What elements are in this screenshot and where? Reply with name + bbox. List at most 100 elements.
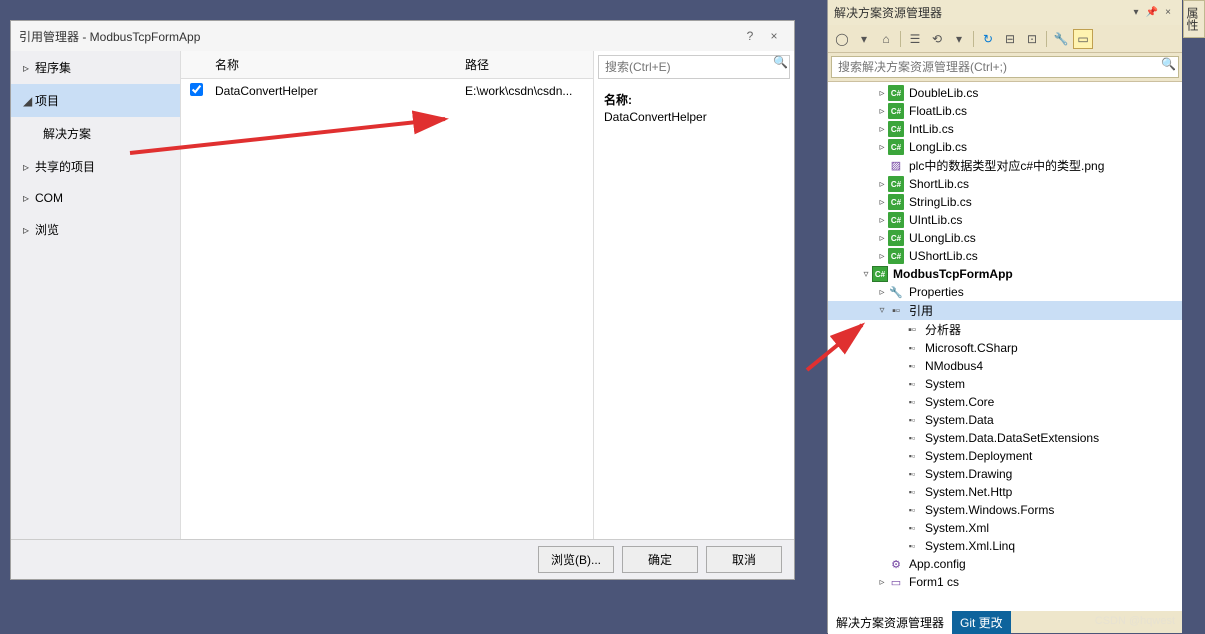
- tree-caret-icon[interactable]: ▹: [876, 88, 888, 99]
- fwd-icon[interactable]: ▾: [854, 29, 874, 49]
- tree-caret-icon[interactable]: ▹: [876, 106, 888, 117]
- tree-node[interactable]: ▪▫System.Xml.Linq: [828, 537, 1182, 555]
- nav-assemblies[interactable]: ▹程序集: [11, 51, 180, 84]
- nav-solution[interactable]: 解决方案: [11, 117, 180, 150]
- tree-node[interactable]: ▹C#FloatLib.cs: [828, 102, 1182, 120]
- properties-tab[interactable]: 属性: [1183, 0, 1205, 38]
- search-icon[interactable]: 🔍: [773, 55, 788, 69]
- tab-solution-explorer[interactable]: 解决方案资源管理器: [828, 611, 952, 634]
- tree-label: DoubleLib.cs: [907, 86, 978, 100]
- tree-label: Microsoft.CSharp: [923, 341, 1018, 355]
- tree-caret-icon[interactable]: ▹: [876, 124, 888, 135]
- tree-node[interactable]: ▹C#LongLib.cs: [828, 138, 1182, 156]
- tree-node[interactable]: ▪▫System: [828, 375, 1182, 393]
- tree-node[interactable]: ▹C#ShortLib.cs: [828, 175, 1182, 193]
- tree-node[interactable]: ▹C#DoubleLib.cs: [828, 84, 1182, 102]
- tree-node[interactable]: ▹C#UIntLib.cs: [828, 211, 1182, 229]
- tree-label: NModbus4: [923, 359, 983, 373]
- tree-label: System.Deployment: [923, 449, 1032, 463]
- nav-shared[interactable]: ▹共享的项目: [11, 150, 180, 183]
- col-name[interactable]: 名称: [211, 56, 461, 73]
- tree-node[interactable]: ▪▫System.Deployment: [828, 447, 1182, 465]
- tab-git-changes[interactable]: Git 更改: [952, 611, 1011, 634]
- dialog-titlebar[interactable]: 引用管理器 - ModbusTcpFormApp ? ×: [11, 21, 794, 51]
- search-input[interactable]: [598, 55, 790, 79]
- explorer-search-input[interactable]: [831, 56, 1179, 78]
- tree-node[interactable]: ▪▫System.Net.Http: [828, 483, 1182, 501]
- tree-node[interactable]: ⚙App.config: [828, 555, 1182, 573]
- tree-node[interactable]: ▨plc中的数据类型对应c#中的类型.png: [828, 156, 1182, 175]
- checkbox-input[interactable]: [190, 83, 203, 96]
- tree-label: ModbusTcpFormApp: [891, 267, 1013, 281]
- search-icon[interactable]: 🔍: [1161, 57, 1176, 71]
- tree-node[interactable]: ▹C#UShortLib.cs: [828, 247, 1182, 265]
- tree-node[interactable]: ▪▫System.Data.DataSetExtensions: [828, 429, 1182, 447]
- pending-icon[interactable]: ▾: [949, 29, 969, 49]
- explorer-search: 🔍: [828, 53, 1182, 82]
- tree-caret-icon[interactable]: ▹: [876, 215, 888, 226]
- tree-label: LongLib.cs: [907, 140, 967, 154]
- home-icon[interactable]: ⌂: [876, 29, 896, 49]
- list-row[interactable]: DataConvertHelper E:\work\csdn\csdn...: [181, 79, 593, 103]
- tree-node[interactable]: ▿▪▫引用: [828, 301, 1182, 320]
- tree-node[interactable]: ▪▫System.Drawing: [828, 465, 1182, 483]
- tree-node[interactable]: ▹C#IntLib.cs: [828, 120, 1182, 138]
- tree-node[interactable]: ▪▫NModbus4: [828, 357, 1182, 375]
- tree-label: UShortLib.cs: [907, 249, 978, 263]
- tree-caret-icon[interactable]: ▹: [876, 287, 888, 298]
- close-icon[interactable]: ×: [1160, 7, 1176, 18]
- ok-button[interactable]: 确定: [622, 546, 698, 573]
- explorer-tree[interactable]: ▹C#DoubleLib.cs▹C#FloatLib.cs▹C#IntLib.c…: [828, 82, 1182, 611]
- tree-caret-icon[interactable]: ▹: [876, 577, 888, 588]
- sync-icon[interactable]: ⟲: [927, 29, 947, 49]
- cancel-button[interactable]: 取消: [706, 546, 782, 573]
- tree-caret-icon[interactable]: ▹: [876, 233, 888, 244]
- row-checkbox[interactable]: [181, 83, 211, 99]
- tree-node[interactable]: ▹▭Form1 cs: [828, 573, 1182, 591]
- showall-icon[interactable]: ⊡: [1022, 29, 1042, 49]
- close-button[interactable]: ×: [762, 29, 786, 43]
- pin-icon[interactable]: 📌: [1144, 7, 1160, 18]
- dialog-footer: 浏览(B)... 确定 取消: [11, 539, 794, 579]
- nav-projects-label: 项目: [35, 92, 59, 109]
- tree-label: IntLib.cs: [907, 122, 954, 136]
- tree-node[interactable]: ▪▫System.Data: [828, 411, 1182, 429]
- tree-label: System.Data: [923, 413, 994, 427]
- dropdown-icon[interactable]: ▾: [1128, 7, 1144, 18]
- tree-label: 引用: [907, 302, 933, 319]
- tree-node[interactable]: ▪▫System.Windows.Forms: [828, 501, 1182, 519]
- help-button[interactable]: ?: [738, 29, 762, 43]
- nav-projects[interactable]: ◢项目: [11, 84, 180, 117]
- tree-label: Form1 cs: [907, 575, 959, 589]
- tree-node[interactable]: ▹🔧Properties: [828, 283, 1182, 301]
- tree-caret-icon[interactable]: ▹: [876, 179, 888, 190]
- preview-icon[interactable]: ▭: [1073, 29, 1093, 49]
- tree-node[interactable]: ▪▫System.Core: [828, 393, 1182, 411]
- tree-caret-icon[interactable]: ▹: [876, 251, 888, 262]
- tree-node[interactable]: ▹C#ULongLib.cs: [828, 229, 1182, 247]
- col-path[interactable]: 路径: [461, 56, 593, 73]
- tree-label: ShortLib.cs: [907, 177, 969, 191]
- explorer-titlebar[interactable]: 解决方案资源管理器 ▾ 📌 ×: [828, 0, 1182, 25]
- tree-caret-icon[interactable]: ▿: [860, 269, 872, 280]
- tree-node[interactable]: ▹C#StringLib.cs: [828, 193, 1182, 211]
- tree-label: System: [923, 377, 965, 391]
- tree-label: Properties: [907, 285, 964, 299]
- browse-button[interactable]: 浏览(B)...: [538, 546, 614, 573]
- tree-caret-icon[interactable]: ▹: [876, 142, 888, 153]
- nav-com[interactable]: ▹COM: [11, 183, 180, 213]
- collapse-icon[interactable]: ⊟: [1000, 29, 1020, 49]
- tree-caret-icon[interactable]: ▹: [876, 197, 888, 208]
- tree-label: System.Xml.Linq: [923, 539, 1015, 553]
- tree-node[interactable]: ▪▫System.Xml: [828, 519, 1182, 537]
- refresh-icon[interactable]: ↻: [978, 29, 998, 49]
- row-path: E:\work\csdn\csdn...: [461, 84, 593, 98]
- tree-node[interactable]: ▪▫Microsoft.CSharp: [828, 339, 1182, 357]
- back-icon[interactable]: ◯: [832, 29, 852, 49]
- properties-icon[interactable]: 🔧: [1051, 29, 1071, 49]
- tree-caret-icon[interactable]: ▿: [876, 305, 888, 316]
- nav-browse[interactable]: ▹浏览: [11, 213, 180, 246]
- tree-node[interactable]: ▿C#ModbusTcpFormApp: [828, 265, 1182, 283]
- filter-icon[interactable]: ☰: [905, 29, 925, 49]
- tree-node[interactable]: ▪▫分析器: [828, 320, 1182, 339]
